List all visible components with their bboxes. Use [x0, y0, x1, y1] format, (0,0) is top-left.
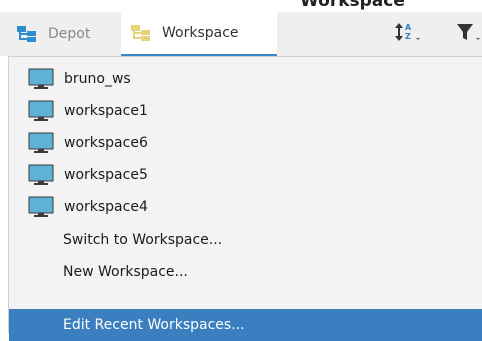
menu-item-switch-workspace[interactable]: Switch to Workspace...: [9, 224, 482, 256]
monitor-icon: [28, 164, 54, 186]
list-item-workspace[interactable]: workspace1: [9, 95, 482, 127]
menu-item-new-workspace[interactable]: New Workspace...: [9, 256, 482, 288]
menu-item-label: New Workspace...: [63, 264, 188, 280]
filter-button[interactable]: [455, 12, 482, 56]
window-title-strip: Workspace: [0, 0, 482, 12]
svg-text:A: A: [405, 23, 412, 32]
workspace-name: workspace1: [64, 103, 148, 119]
sort-az-icon: A Z: [394, 21, 422, 47]
tree-icon: [130, 24, 152, 42]
workspace-name: workspace5: [64, 167, 148, 183]
workspace-name: bruno_ws: [64, 71, 131, 87]
workspace-name: workspace6: [64, 135, 148, 151]
tab-depot-label: Depot: [48, 26, 91, 42]
menu-item-label: Edit Recent Workspaces...: [63, 317, 245, 333]
monitor-icon: [28, 68, 54, 90]
sort-button[interactable]: A Z: [394, 12, 422, 56]
tree-icon: [16, 25, 38, 43]
tab-workspace-label: Workspace: [162, 25, 239, 41]
menu-item-edit-recent-workspaces[interactable]: Edit Recent Workspaces...: [9, 309, 482, 341]
workspace-dropdown: bruno_ws workspace1 workspace6 workspace…: [8, 56, 482, 341]
tab-depot[interactable]: Depot: [8, 12, 118, 56]
svg-text:Z: Z: [405, 32, 411, 41]
filter-icon: [455, 21, 482, 47]
list-item-workspace[interactable]: workspace4: [9, 191, 482, 223]
window-title: Workspace: [300, 0, 405, 11]
tab-workspace[interactable]: Workspace: [121, 12, 277, 56]
monitor-icon: [28, 100, 54, 122]
list-item-workspace[interactable]: bruno_ws: [9, 63, 482, 95]
workspace-name: workspace4: [64, 199, 148, 215]
tab-bar: Depot Workspace A Z: [0, 12, 482, 56]
monitor-icon: [28, 196, 54, 218]
list-item-workspace[interactable]: workspace6: [9, 127, 482, 159]
monitor-icon: [28, 132, 54, 154]
menu-item-label: Switch to Workspace...: [63, 232, 223, 248]
list-item-workspace[interactable]: workspace5: [9, 159, 482, 191]
